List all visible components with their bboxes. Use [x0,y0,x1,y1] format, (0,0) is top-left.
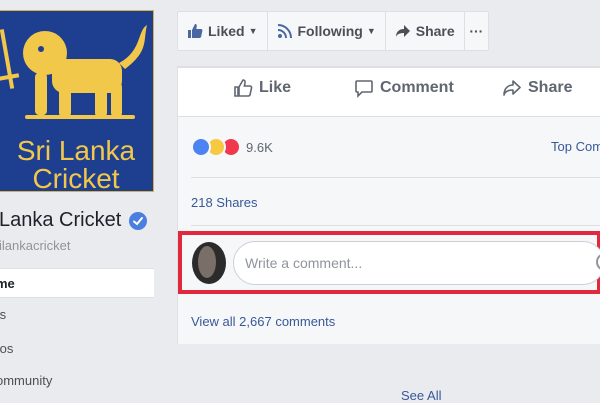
comment-bubble-icon [355,80,373,98]
sidebar-item-label: me [0,276,15,291]
like-button[interactable]: Like [233,78,291,98]
see-all-label: See All [401,388,442,403]
comment-input[interactable]: Write a comment... [233,241,600,285]
page-handle-text: ilankacricket [0,238,71,253]
comment-composer: Write a comment... [178,231,600,294]
liked-button[interactable]: Liked ▼ [178,12,268,50]
share-post-button[interactable]: Share [502,78,572,98]
liked-label: Liked [208,23,245,39]
reaction-summary[interactable]: 9.6K [191,137,273,157]
share-label: Share [528,79,573,96]
sidebar-item-community[interactable]: ommunity [0,366,154,396]
view-all-comments-link[interactable]: View all 2,667 comments [191,314,335,329]
avatar [192,242,226,284]
divider [191,225,600,226]
following-button[interactable]: Following ▼ [268,12,386,50]
reaction-count: 9.6K [246,139,273,155]
ellipsis-icon: ··· [469,23,484,39]
logo-text-line2: Cricket [32,163,120,194]
divider [191,177,600,178]
page-title[interactable]: Lanka Cricket [0,209,121,232]
logo-text-line1: Sri Lanka [16,135,136,166]
thumbs-up-icon [188,24,203,38]
sidebar-item-label: tos [0,341,14,356]
shares-link[interactable]: 218 Shares [191,195,258,210]
share-arrow-icon [503,80,521,96]
verified-badge-icon [129,212,147,230]
sidebar-item-home[interactable]: me [0,268,154,298]
sidebar-item-label: ts [0,307,7,322]
page-handle[interactable]: ilankacricket [0,238,71,253]
thumbs-up-outline-icon [234,79,253,97]
page-profile-logo[interactable]: Sri Lanka Cricket [0,10,154,194]
sidebar-item-label: ommunity [0,373,53,388]
comment-button[interactable]: Comment [354,78,454,98]
more-options-button[interactable]: ··· [465,12,488,50]
comment-label: Comment [380,79,454,96]
chevron-down-icon: ▼ [366,26,376,36]
share-arrow-icon [395,25,410,37]
comments-section: 9.6K Top Com 218 Shares Write a comment.… [178,116,600,344]
share-page-button[interactable]: Share [386,12,465,50]
post-card: Like Comment Share 9.6K Top Com 218 Shar… [177,68,600,344]
view-all-comments-label: View all 2,667 comments [191,314,336,329]
top-comments-dropdown[interactable]: Top Com [551,139,600,154]
sidebar-item-photos[interactable]: tos [0,334,154,364]
top-comments-label: Top Com [551,139,600,154]
like-reaction-icon [191,137,211,157]
see-all-link[interactable]: See All [401,388,441,403]
lion-emblem-icon [0,25,147,119]
share-label: Share [415,23,455,39]
rss-feed-icon [277,24,292,39]
sidebar-item-posts[interactable]: ts [0,300,154,330]
page-action-bar: Liked ▼ Following ▼ Share ··· [177,11,489,51]
like-label: Like [259,79,292,96]
chevron-down-icon: ▼ [248,26,258,36]
following-label: Following [297,23,363,39]
shares-count: 218 Shares [191,195,258,210]
